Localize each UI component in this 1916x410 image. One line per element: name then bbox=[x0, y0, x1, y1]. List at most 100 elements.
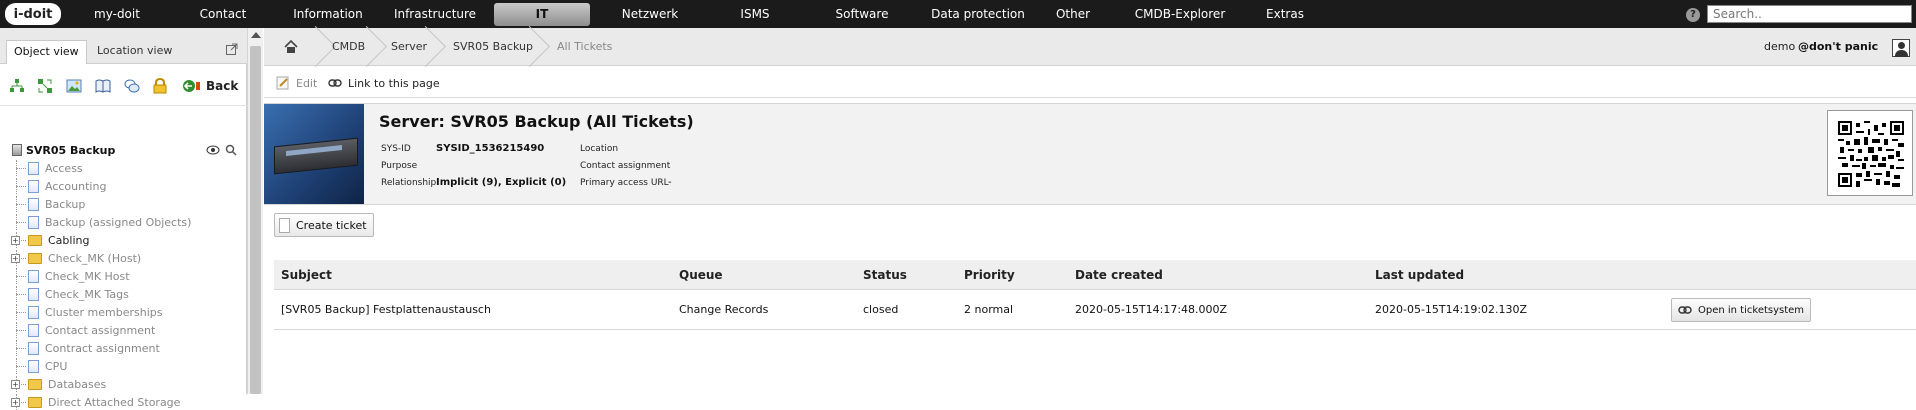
link-to-page-button[interactable]: Link to this page bbox=[328, 75, 440, 91]
tree-item-access[interactable]: Access bbox=[14, 160, 83, 176]
left-tabs: Object view Location view bbox=[0, 28, 247, 64]
column-queue[interactable]: Queue bbox=[679, 260, 723, 290]
comments-icon[interactable] bbox=[124, 78, 140, 94]
lock-icon[interactable] bbox=[152, 77, 168, 94]
tree-item-check-mk-tags[interactable]: Check_MK Tags bbox=[14, 286, 129, 302]
relationship-value[interactable]: Implicit (9), Explicit (0) bbox=[436, 177, 566, 188]
tenant-name[interactable]: @don't panic bbox=[1798, 28, 1878, 66]
nav-other[interactable]: Other bbox=[1048, 0, 1098, 28]
tree-item-direct-attached-storage[interactable]: + Direct Attached Storage bbox=[11, 394, 180, 410]
nav-cmdb-explorer[interactable]: CMDB-Explorer bbox=[1130, 0, 1230, 28]
link-icon bbox=[328, 79, 342, 87]
nav-information[interactable]: Information bbox=[285, 0, 371, 28]
document-icon bbox=[28, 287, 39, 301]
tree-root-item[interactable]: SVR05 Backup bbox=[12, 142, 115, 158]
server-image bbox=[264, 104, 364, 204]
ticket-date-created: 2020-05-15T14:17:48.000Z bbox=[1075, 303, 1228, 316]
nav-isms[interactable]: ISMS bbox=[725, 0, 785, 28]
image-icon[interactable] bbox=[66, 78, 82, 94]
book-icon[interactable] bbox=[95, 78, 111, 94]
ticket-priority: 2 normal bbox=[964, 303, 1014, 316]
create-ticket-button[interactable]: Create ticket bbox=[274, 213, 374, 237]
i-doit-logo[interactable]: i-doit bbox=[5, 3, 61, 25]
back-button[interactable]: Back bbox=[182, 74, 238, 98]
relationship-label: Relationship bbox=[381, 178, 437, 188]
edit-button[interactable]: Edit bbox=[276, 75, 317, 91]
help-icon[interactable]: ? bbox=[1686, 8, 1700, 22]
column-date-created[interactable]: Date created bbox=[1075, 260, 1163, 290]
expand-icon[interactable]: + bbox=[11, 398, 20, 407]
primary-access-url-label: Primary access URL bbox=[580, 178, 669, 188]
column-priority[interactable]: Priority bbox=[964, 260, 1015, 290]
nav-it[interactable]: IT bbox=[494, 3, 590, 26]
document-icon bbox=[28, 359, 39, 373]
purpose-label: Purpose bbox=[381, 161, 418, 171]
nav-my-doit[interactable]: my-doit bbox=[80, 0, 154, 28]
contact-assignment-label: Contact assignment bbox=[580, 161, 671, 171]
document-icon bbox=[28, 197, 39, 211]
nav-data-protection[interactable]: Data protection bbox=[918, 0, 1038, 28]
column-subject[interactable]: Subject bbox=[281, 260, 332, 290]
nav-contact[interactable]: Contact bbox=[186, 0, 260, 28]
tree-item-contact-assignment[interactable]: Contact assignment bbox=[14, 322, 155, 338]
tab-object-view[interactable]: Object view bbox=[6, 40, 87, 64]
tree-item-accounting[interactable]: Accounting bbox=[14, 178, 106, 194]
home-icon[interactable] bbox=[284, 39, 298, 57]
edit-label: Edit bbox=[296, 76, 318, 90]
document-icon bbox=[28, 269, 39, 283]
tab-location-view[interactable]: Location view bbox=[90, 40, 179, 64]
folder-icon bbox=[28, 378, 42, 390]
nav-infrastructure[interactable]: Infrastructure bbox=[385, 0, 485, 28]
search-input[interactable] bbox=[1707, 5, 1912, 23]
ticket-status: closed bbox=[863, 303, 899, 316]
eye-icon[interactable] bbox=[206, 144, 220, 158]
nav-software[interactable]: Software bbox=[822, 0, 902, 28]
document-icon bbox=[28, 179, 39, 193]
tree-item-check-mk-host-folder[interactable]: + Check_MK (Host) bbox=[11, 250, 141, 266]
folder-icon bbox=[28, 396, 42, 408]
tree-item-databases[interactable]: + Databases bbox=[11, 376, 106, 392]
tree-item-backup-assigned[interactable]: Backup (assigned Objects) bbox=[14, 214, 191, 230]
object-header: Server: SVR05 Backup (All Tickets) SYS-I… bbox=[264, 103, 1916, 205]
table-header: Subject Queue Status Priority Date creat… bbox=[274, 260, 1916, 290]
create-ticket-label: Create ticket bbox=[296, 218, 367, 232]
link-label: Link to this page bbox=[348, 76, 440, 90]
qr-code[interactable] bbox=[1827, 110, 1913, 196]
expand-icon[interactable]: + bbox=[11, 254, 20, 263]
scroll-thumb[interactable] bbox=[250, 46, 261, 394]
tree-item-cpu[interactable]: CPU bbox=[14, 358, 67, 374]
user-name[interactable]: demo bbox=[1764, 28, 1795, 66]
table-row[interactable]: [SVR05 Backup] Festplattenaustausch Chan… bbox=[274, 290, 1916, 330]
left-toolbar: Back bbox=[0, 64, 247, 106]
folder-icon bbox=[28, 252, 42, 264]
folder-icon bbox=[28, 234, 42, 246]
tree-item-cabling[interactable]: + Cabling bbox=[11, 232, 89, 248]
object-title: Server: SVR05 Backup (All Tickets) bbox=[379, 112, 694, 131]
expand-icon[interactable]: + bbox=[11, 380, 20, 389]
sysid-label: SYS-ID bbox=[381, 144, 411, 154]
document-icon bbox=[28, 161, 39, 175]
tree-expand-icon[interactable] bbox=[9, 78, 25, 94]
back-arrow-icon bbox=[183, 80, 200, 92]
popout-icon[interactable] bbox=[226, 43, 238, 55]
nav-netzwerk[interactable]: Netzwerk bbox=[612, 0, 688, 28]
top-navigation: i-doit my-doit Contact Information Infra… bbox=[0, 0, 1916, 28]
action-bar: Edit Link to this page bbox=[264, 66, 1916, 98]
scroll-up-arrow-icon[interactable] bbox=[251, 32, 261, 38]
document-icon bbox=[28, 305, 39, 319]
tree-collapse-icon[interactable] bbox=[37, 78, 53, 94]
column-status[interactable]: Status bbox=[863, 260, 907, 290]
tree-item-cluster-memberships[interactable]: Cluster memberships bbox=[14, 304, 162, 320]
magnifier-icon[interactable] bbox=[225, 144, 237, 159]
qr-code-icon bbox=[1838, 121, 1904, 187]
nav-extras[interactable]: Extras bbox=[1260, 0, 1310, 28]
tree-item-contract-assignment[interactable]: Contract assignment bbox=[14, 340, 160, 356]
tree-item-backup[interactable]: Backup bbox=[14, 196, 85, 212]
tree-item-check-mk-host[interactable]: Check_MK Host bbox=[14, 268, 130, 284]
column-last-updated[interactable]: Last updated bbox=[1375, 260, 1464, 290]
open-in-ticketsystem-button[interactable]: Open in ticketsystem bbox=[1671, 298, 1812, 322]
user-icon[interactable] bbox=[1892, 39, 1910, 57]
left-pane-scrollbar[interactable] bbox=[247, 28, 263, 394]
expand-icon[interactable]: + bbox=[11, 236, 20, 245]
ticket-queue: Change Records bbox=[679, 303, 769, 316]
